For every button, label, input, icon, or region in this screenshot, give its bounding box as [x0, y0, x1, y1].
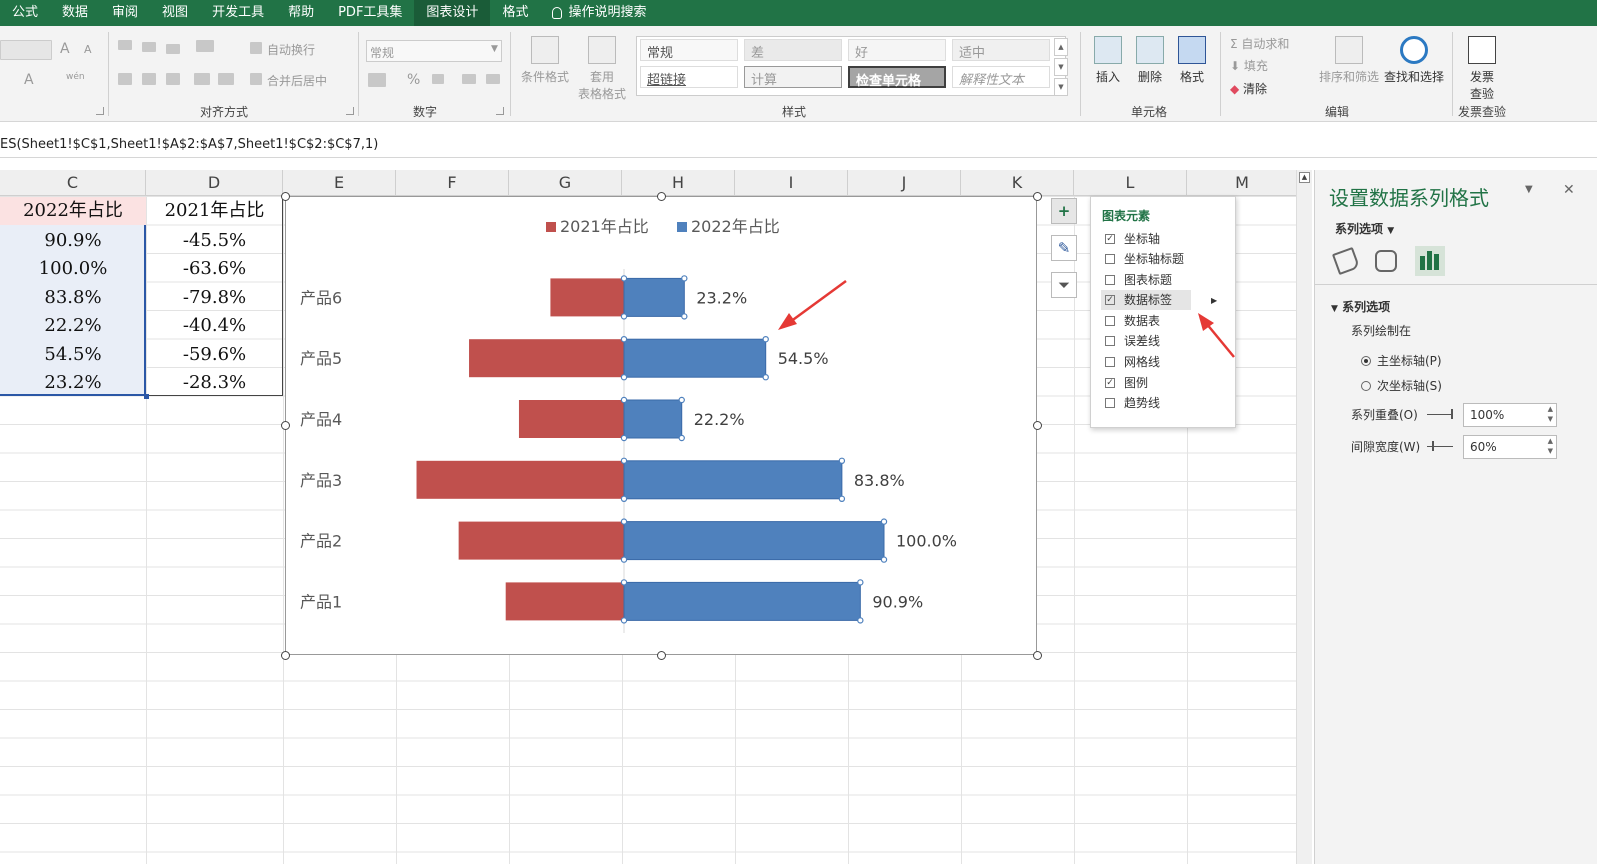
- dropdown-arrow-icon: ▼: [1387, 226, 1395, 236]
- collapse-chevron-icon: ▼: [1331, 304, 1338, 314]
- pane-menu-chevron-icon[interactable]: ▼: [1525, 184, 1533, 195]
- gap-slider-thumb[interactable]: [1432, 441, 1434, 451]
- series-options-dropdown-label: 系列选项: [1335, 222, 1384, 236]
- plot-series-on-label: 系列绘制在: [1351, 324, 1412, 338]
- gap-width-value: 60%: [1470, 440, 1497, 454]
- series-options-dropdown[interactable]: 系列选项 ▼: [1335, 220, 1394, 237]
- vertical-scrollbar[interactable]: ▲: [1296, 170, 1312, 864]
- secondary-axis-radio[interactable]: 次坐标轴(S): [1361, 377, 1442, 394]
- overlap-slider[interactable]: [1427, 414, 1453, 415]
- series-overlap-label: 系列重叠(O): [1351, 408, 1418, 422]
- radio-secondary[interactable]: [1361, 380, 1371, 391]
- overlap-slider-thumb[interactable]: [1451, 409, 1453, 419]
- gap-width-input[interactable]: 60% ▲ ▼: [1463, 435, 1557, 459]
- series-options-icon[interactable]: [1415, 246, 1445, 276]
- red-arrow-1-head: [778, 313, 797, 330]
- format-data-series-pane: 设置数据系列格式 ▼ ✕ 系列选项 ▼ ▼ 系列选项 系列绘制在 主坐标轴(P)…: [1314, 170, 1597, 864]
- primary-axis-label: 主坐标轴(P): [1377, 354, 1442, 368]
- series-overlap-input[interactable]: 100% ▲ ▼: [1463, 403, 1557, 427]
- series-options-section[interactable]: ▼ 系列选项: [1331, 298, 1390, 315]
- spinner-icon[interactable]: ▲ ▼: [1548, 404, 1553, 424]
- red-arrow-2-line: [1205, 322, 1235, 358]
- pane-close-icon[interactable]: ✕: [1563, 182, 1575, 198]
- scroll-up-icon[interactable]: ▲: [1299, 172, 1310, 183]
- effects-pentagon-icon[interactable]: [1375, 250, 1397, 272]
- primary-axis-radio[interactable]: 主坐标轴(P): [1361, 352, 1442, 369]
- radio-primary[interactable]: [1361, 355, 1371, 366]
- fill-line-icon[interactable]: [1331, 246, 1361, 276]
- gap-slider[interactable]: [1427, 446, 1453, 447]
- spinner-icon[interactable]: ▲ ▼: [1548, 436, 1553, 456]
- series-overlap-value: 100%: [1470, 408, 1505, 422]
- red-arrow-1-line: [789, 279, 847, 324]
- gap-width-label: 间隙宽度(W): [1351, 440, 1421, 454]
- series-options-section-label: 系列选项: [1342, 300, 1391, 314]
- pane-title: 设置数据系列格式: [1329, 186, 1489, 210]
- secondary-axis-label: 次坐标轴(S): [1377, 379, 1442, 393]
